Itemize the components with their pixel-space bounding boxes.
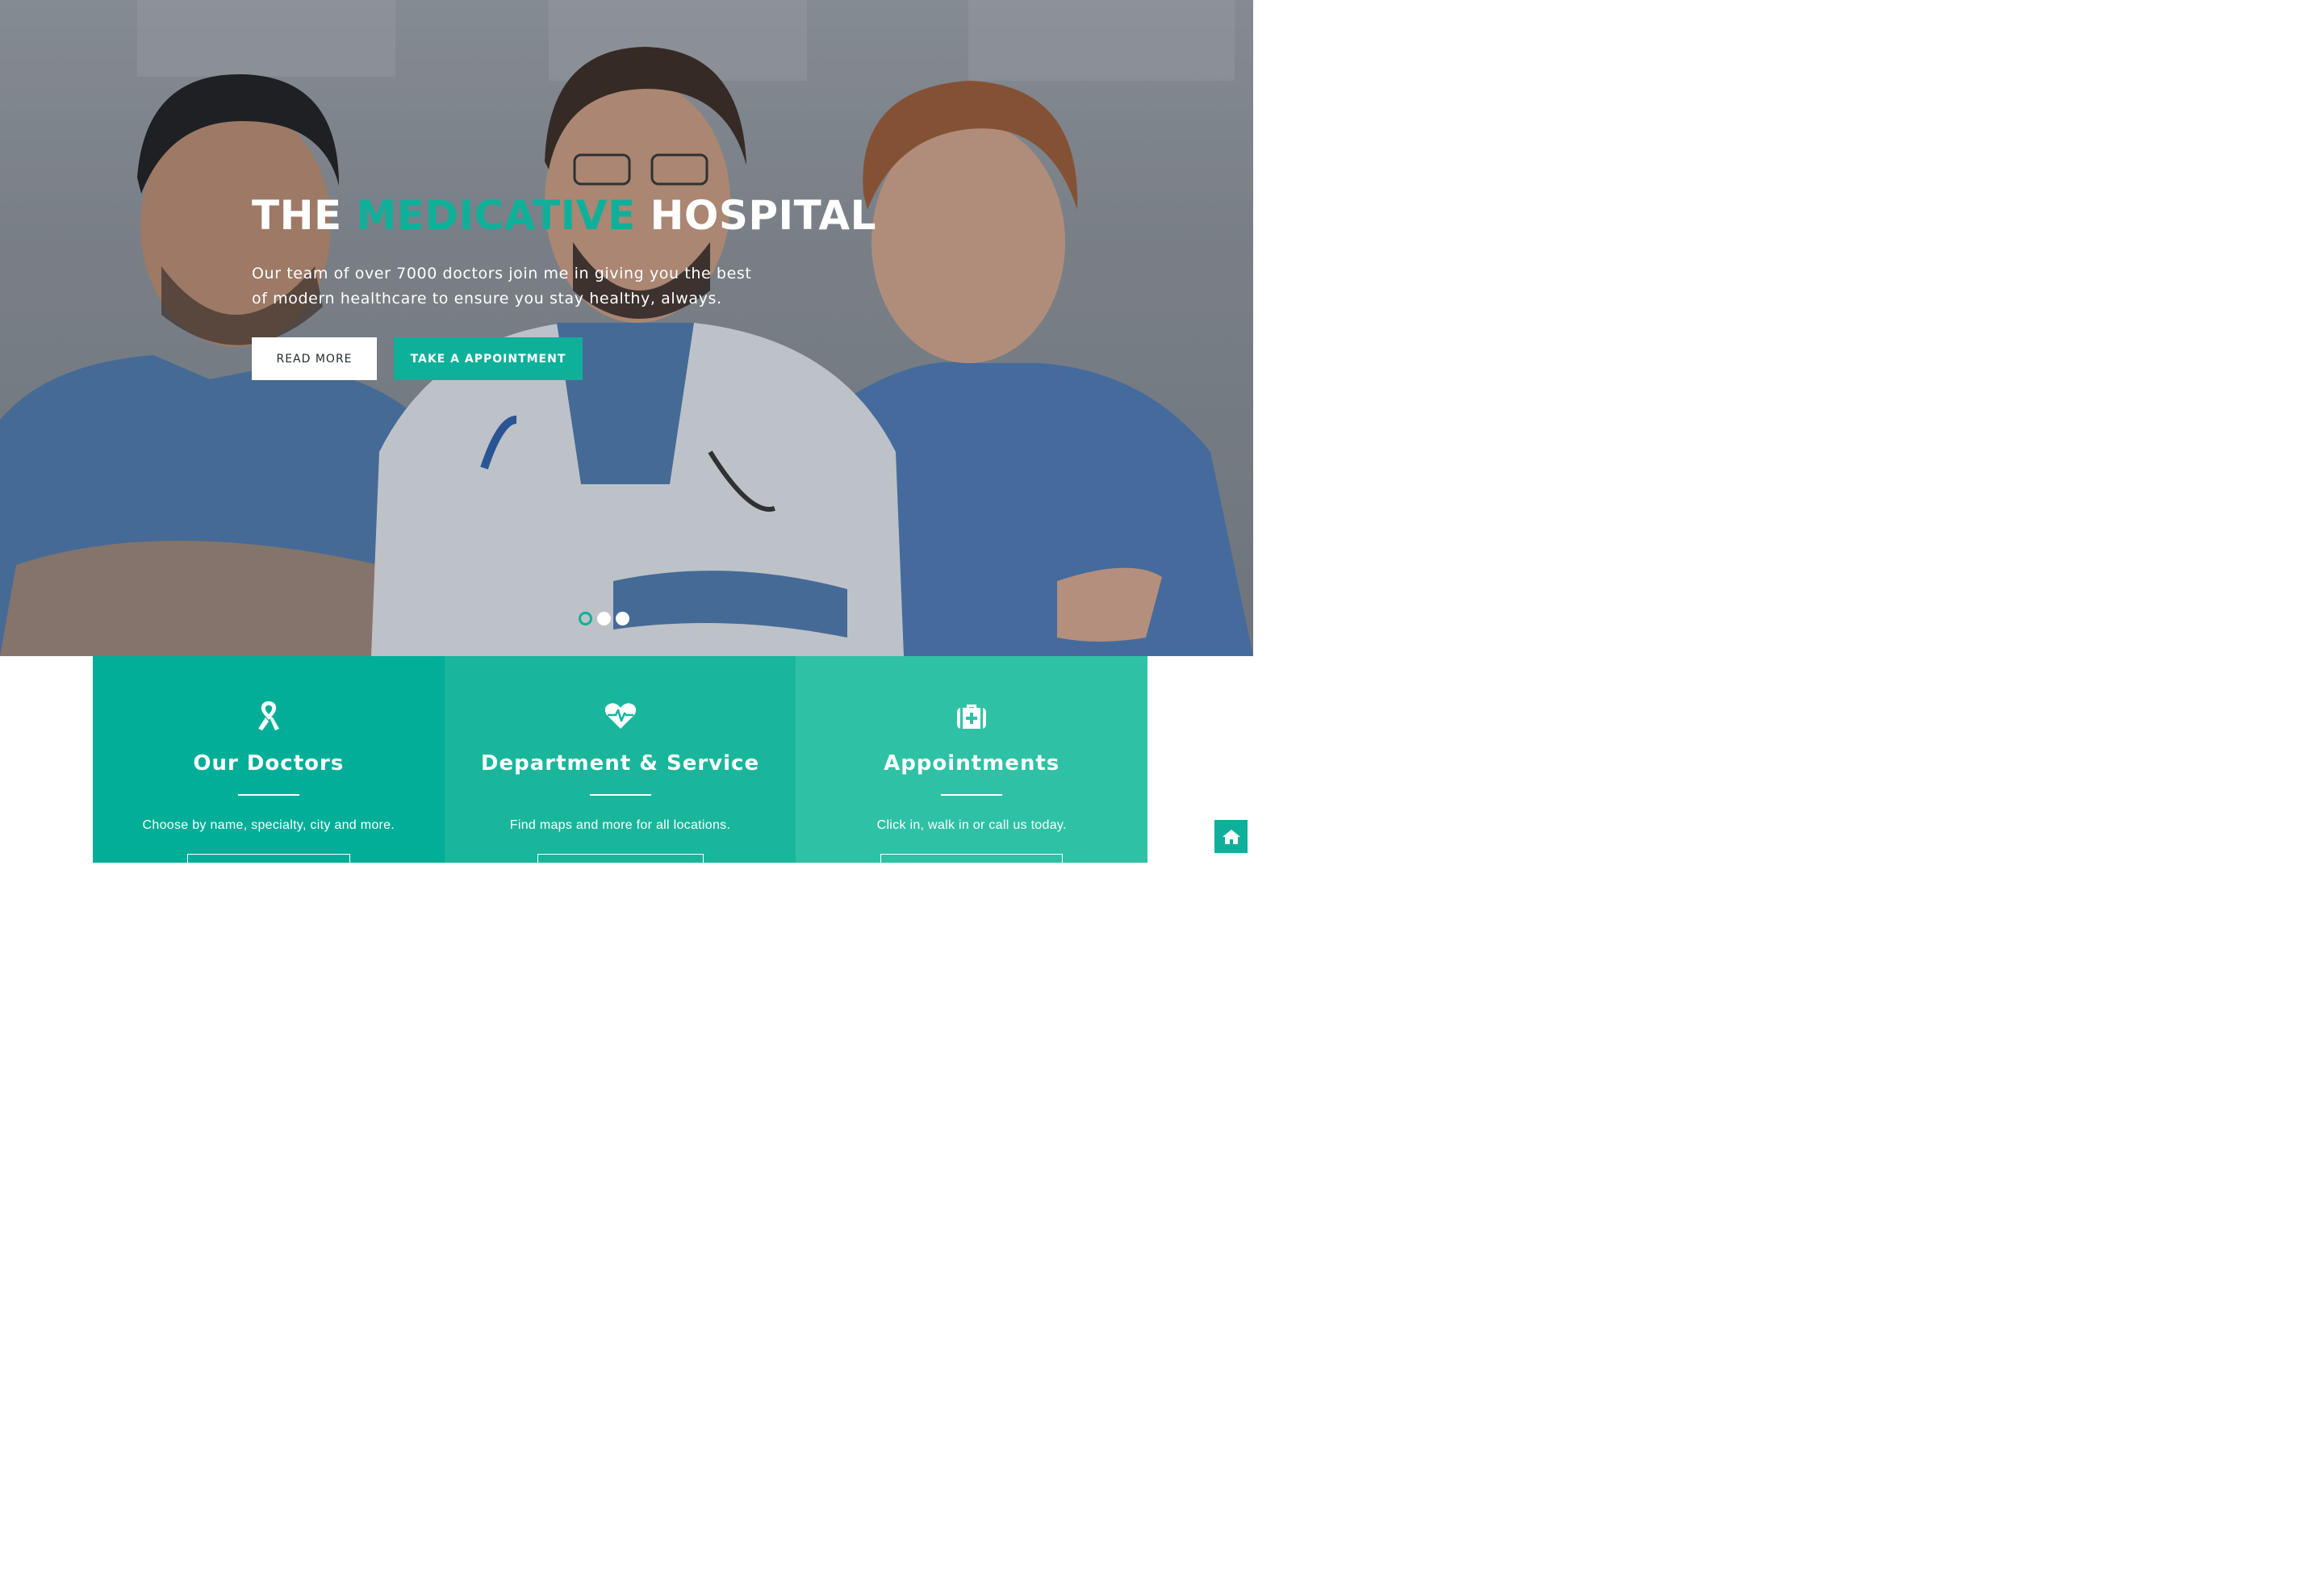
back-to-top-button[interactable]	[1214, 819, 1248, 854]
title-divider	[237, 794, 299, 796]
slider-dot-1[interactable]	[579, 612, 592, 625]
hero-subtitle: Our team of over 7000 doctors join me in…	[252, 265, 752, 307]
medkit-icon	[957, 705, 987, 729]
feature-description: Find maps and more for all locations.	[509, 818, 731, 832]
title-divider	[941, 794, 1003, 796]
feature-boxes: Our Doctors Choose by name, specialty, c…	[93, 656, 1148, 878]
title-divider	[589, 794, 651, 796]
home-icon	[1222, 829, 1240, 844]
slider-dot-3[interactable]	[616, 612, 629, 625]
feature-button[interactable]	[186, 854, 350, 878]
feature-button[interactable]	[880, 854, 1064, 878]
feature-department-service: Department & Service Find maps and more …	[444, 656, 796, 878]
hero-title: THE MEDICATIVE HOSPITAL	[252, 192, 876, 239]
ribbon-icon	[257, 701, 279, 730]
feature-title: Appointments	[884, 751, 1060, 776]
feature-button[interactable]	[537, 854, 704, 878]
feature-title: Department & Service	[480, 751, 760, 776]
slider-dot-2[interactable]	[597, 612, 611, 625]
feature-our-doctors: Our Doctors Choose by name, specialty, c…	[93, 656, 445, 878]
hero-slider: THE MEDICATIVE HOSPITAL Our team of over…	[0, 0, 1253, 656]
hero-title-pre: THE	[252, 192, 342, 239]
heartbeat-icon	[604, 703, 636, 729]
feature-description: Choose by name, specialty, city and more…	[142, 818, 395, 832]
slider-pagination	[579, 612, 629, 625]
read-more-button[interactable]: READ MORE	[252, 337, 377, 380]
feature-title: Our Doctors	[193, 751, 345, 776]
hero-title-post: HOSPITAL	[650, 192, 876, 239]
hero-overlay	[0, 0, 1253, 656]
hero-title-accent: MEDICATIVE	[356, 192, 636, 239]
feature-appointments: Appointments Click in, walk in or call u…	[796, 656, 1148, 878]
feature-description: Click in, walk in or call us today.	[876, 818, 1067, 832]
take-appointment-button[interactable]: TAKE A APPOINTMENT	[394, 337, 583, 380]
